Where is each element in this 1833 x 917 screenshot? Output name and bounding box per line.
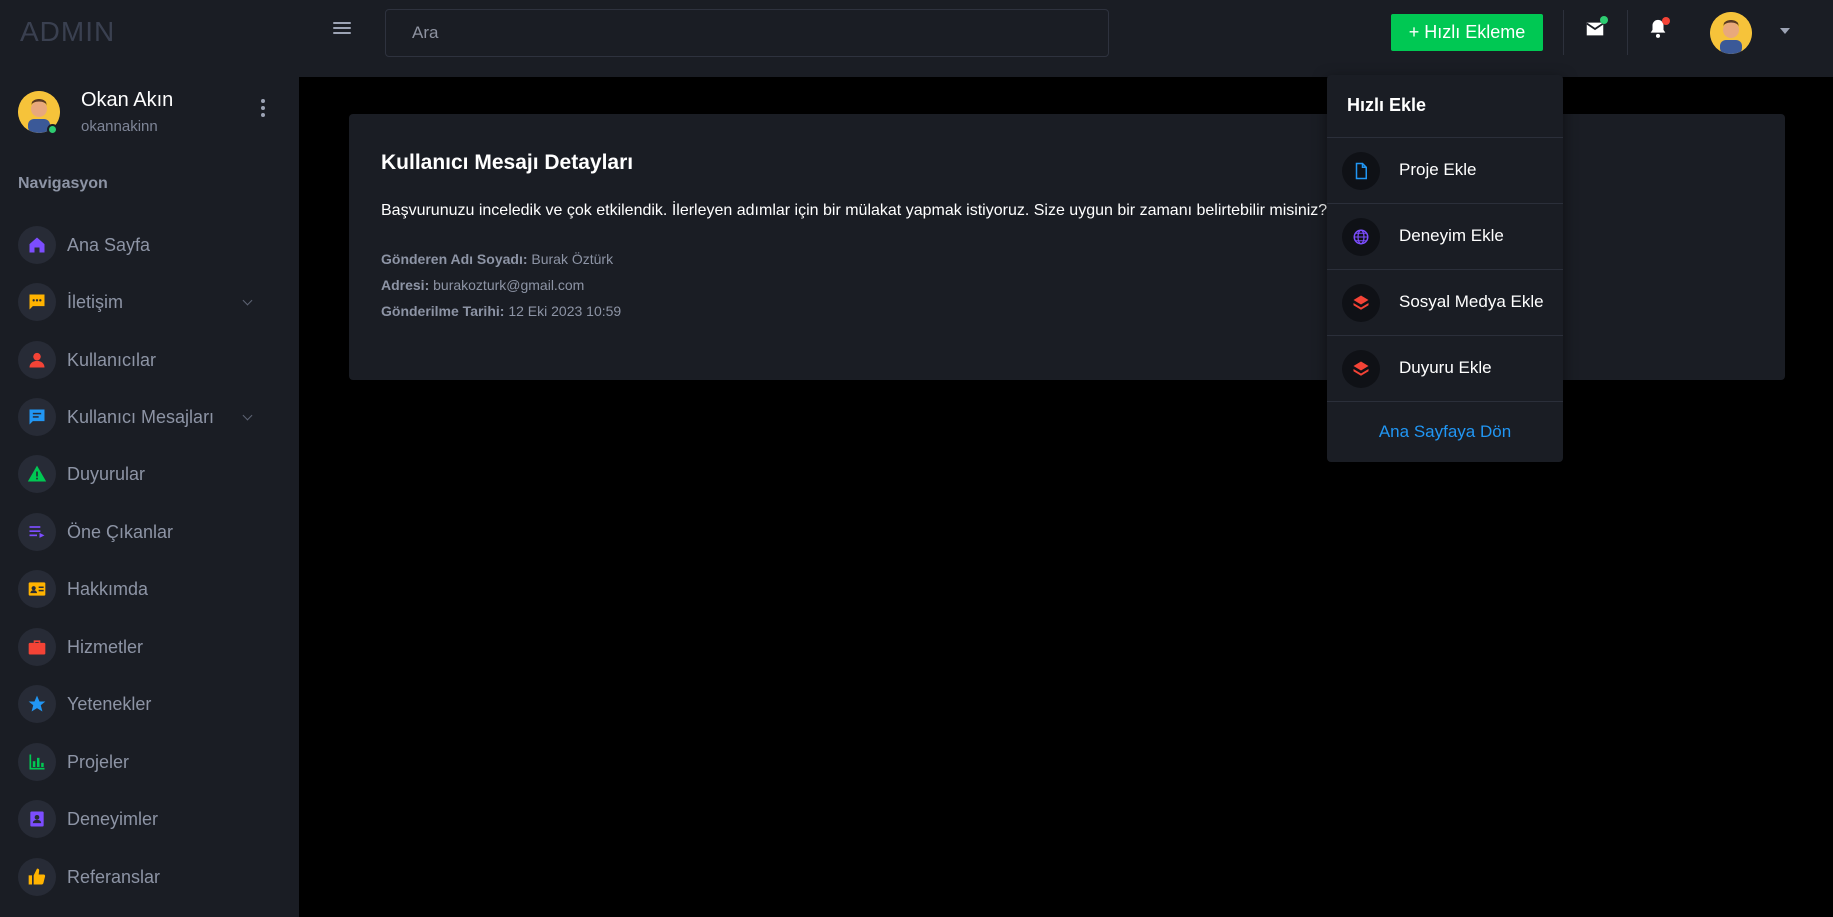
app-logo[interactable]: ADMIN xyxy=(20,16,115,48)
menu-item-sosyal-medya-ekle[interactable]: Sosyal Medya Ekle xyxy=(1327,269,1563,335)
address-label: Adresi: xyxy=(381,277,430,293)
sidebar-item-hakkimda[interactable]: Hakkımda xyxy=(18,570,283,610)
sidebar-item-referanslar[interactable]: Referanslar xyxy=(18,858,283,898)
more-options-icon[interactable] xyxy=(258,99,268,119)
sidebar-item-label: Projeler xyxy=(67,752,130,772)
divider xyxy=(1563,10,1564,55)
menu-item-label: Duyuru Ekle xyxy=(1399,358,1492,377)
sidebar-item-hizmetler[interactable]: Hizmetler xyxy=(18,628,283,668)
sidebar-item-label: Yetenekler xyxy=(67,694,152,714)
star-icon xyxy=(18,685,56,723)
sidebar-item-label: Kullanıcı Mesajları xyxy=(67,407,215,427)
sidebar-item-label: Referanslar xyxy=(67,867,161,887)
page-title: Kullanıcı Mesajı Detayları xyxy=(381,151,634,174)
menu-item-deneyim-ekle[interactable]: Deneyim Ekle xyxy=(1327,203,1563,269)
message-detail-card: Kullanıcı Mesajı Detayları Başvurunuzu i… xyxy=(349,114,1785,380)
playlist-icon xyxy=(18,513,56,551)
sidebar-item-kullanicilar[interactable]: Kullanıcılar xyxy=(18,341,283,381)
mail-badge xyxy=(1600,16,1608,24)
sidebar: Okan Akın okannakinn Navigasyon Ana Sayf… xyxy=(0,77,299,917)
date-row: Gönderilme Tarihi: 12 Eki 2023 10:59 xyxy=(381,303,621,319)
sidebar-item-kullanici-mesajlari[interactable]: Kullanıcı Mesajları xyxy=(18,398,283,438)
top-bar: ADMIN + Hızlı Ekleme xyxy=(0,0,1833,77)
notification-badge xyxy=(1662,17,1670,25)
sidebar-item-label: Öne Çıkanlar xyxy=(67,522,174,542)
layers-icon xyxy=(1342,350,1380,388)
menu-item-label: Deneyim Ekle xyxy=(1399,226,1504,245)
quick-add-dropdown: Hızlı Ekle Proje Ekle Deneyim Ekle Sosya… xyxy=(1327,75,1563,462)
user-handle: okannakinn xyxy=(81,118,158,135)
warning-icon xyxy=(18,455,56,493)
message-body: Başvurunuzu inceledik ve çok etkilendik.… xyxy=(381,202,1425,219)
home-icon xyxy=(18,226,56,264)
sender-row: Gönderen Adı Soyadı: Burak Öztürk xyxy=(381,251,613,267)
divider xyxy=(1627,10,1628,55)
sidebar-item-label: Hizmetler xyxy=(67,637,144,657)
sidebar-item-ana-sayfa[interactable]: Ana Sayfa xyxy=(18,226,283,266)
sidebar-item-iletisim[interactable]: İletişim xyxy=(18,283,283,323)
date-label: Gönderilme Tarihi: xyxy=(381,303,505,319)
chevron-down-icon xyxy=(242,295,253,306)
menu-item-label: Proje Ekle xyxy=(1399,160,1477,179)
sidebar-item-label: Deneyimler xyxy=(67,809,159,829)
message-icon xyxy=(18,398,56,436)
file-icon xyxy=(1342,152,1380,190)
date-value: 12 Eki 2023 10:59 xyxy=(508,303,622,319)
sender-label: Gönderen Adı Soyadı: xyxy=(381,251,528,267)
sidebar-item-duyurular[interactable]: Duyurular xyxy=(18,455,283,495)
sidebar-item-one-cikanlar[interactable]: Öne Çıkanlar xyxy=(18,513,283,553)
briefcase-icon xyxy=(18,628,56,666)
sidebar-item-label: Kullanıcılar xyxy=(67,350,157,370)
address-row: Adresi: burakozturk@gmail.com xyxy=(381,277,584,293)
chevron-down-icon xyxy=(242,410,253,421)
layers-icon xyxy=(1342,284,1380,322)
sidebar-item-label: İletişim xyxy=(67,292,124,312)
sender-value: Burak Öztürk xyxy=(531,251,614,267)
sidebar-item-deneyimler[interactable]: Deneyimler xyxy=(18,800,283,840)
bell-icon[interactable] xyxy=(1647,17,1671,42)
sidebar-item-projeler[interactable]: Projeler xyxy=(18,743,283,783)
bar-chart-icon xyxy=(18,743,56,781)
avatar[interactable] xyxy=(1710,12,1752,54)
sidebar-item-label: Hakkımda xyxy=(67,579,149,599)
search-input[interactable] xyxy=(385,9,1109,57)
globe-icon xyxy=(1342,218,1380,256)
mail-icon[interactable] xyxy=(1584,16,1608,42)
user-name: Okan Akın xyxy=(81,89,174,111)
back-to-home-link[interactable]: Ana Sayfaya Dön xyxy=(1379,422,1511,442)
nav-section-title: Navigasyon xyxy=(18,175,108,192)
sidebar-item-label: Duyurular xyxy=(67,464,146,484)
address-value: burakozturk@gmail.com xyxy=(433,277,585,293)
menu-icon[interactable] xyxy=(333,22,351,36)
quick-add-button[interactable]: + Hızlı Ekleme xyxy=(1391,14,1543,51)
menu-item-label: Sosyal Medya Ekle xyxy=(1399,292,1544,311)
contact-book-icon xyxy=(18,800,56,838)
person-icon xyxy=(18,341,56,379)
menu-item-duyuru-ekle[interactable]: Duyuru Ekle xyxy=(1327,335,1563,401)
dropdown-footer: Ana Sayfaya Dön xyxy=(1327,401,1563,462)
thumbs-up-icon xyxy=(18,858,56,896)
dropdown-title: Hızlı Ekle xyxy=(1347,95,1427,115)
caret-down-icon[interactable] xyxy=(1780,28,1790,34)
online-status-dot xyxy=(47,124,58,135)
chat-icon xyxy=(18,283,56,321)
sidebar-item-yetenekler[interactable]: Yetenekler xyxy=(18,685,283,725)
id-card-icon xyxy=(18,570,56,608)
menu-item-proje-ekle[interactable]: Proje Ekle xyxy=(1327,137,1563,203)
sidebar-item-label: Ana Sayfa xyxy=(67,235,151,255)
